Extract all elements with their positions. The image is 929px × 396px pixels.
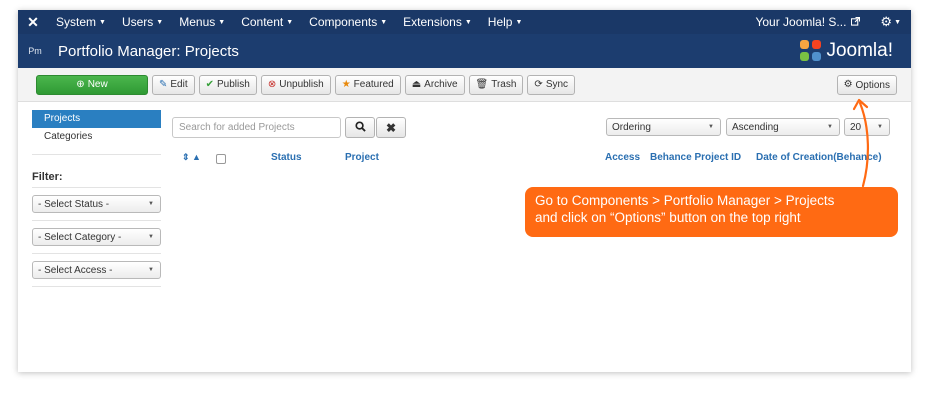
app-window: ✕ System ▼ Users ▼ Menus ▼ Content ▼ Compone… [18,10,911,372]
callout-arrow-icon [852,98,869,188]
